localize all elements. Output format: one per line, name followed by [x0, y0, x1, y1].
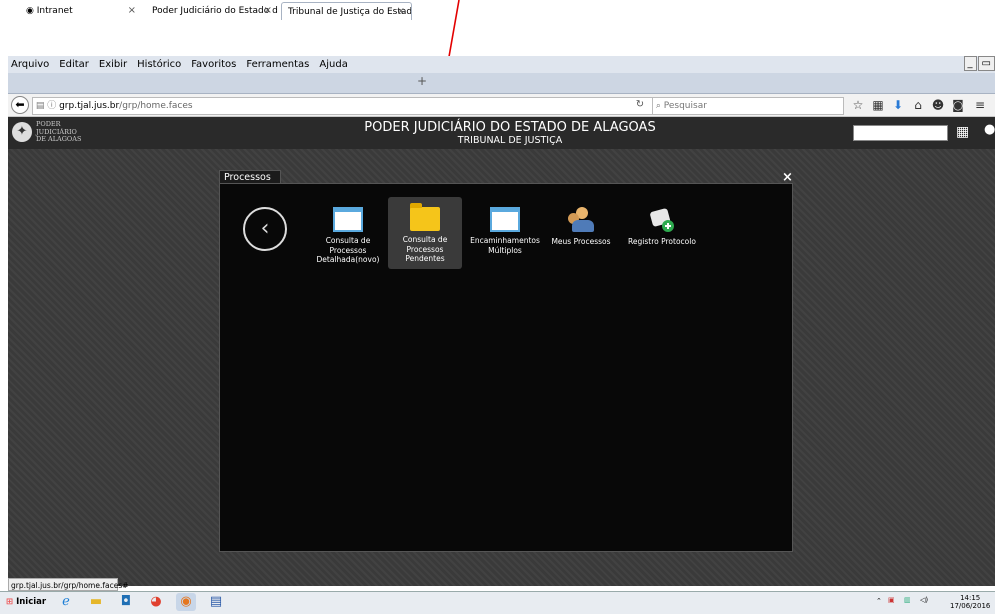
chrome-icon[interactable]: ◕ [146, 593, 166, 611]
ie-icon[interactable]: ℯ [56, 593, 76, 611]
menu-ajuda[interactable]: Ajuda [319, 59, 347, 70]
app-meus-processos[interactable]: Meus Processos [544, 207, 618, 247]
restore-button[interactable]: ▭ [977, 56, 995, 71]
app-consulta-detalhada[interactable]: Consulta de Processos Detalhada(novo) [311, 207, 385, 265]
menu-icon[interactable]: ≡ [972, 97, 988, 113]
menu-historico[interactable]: Histórico [137, 59, 181, 70]
back-button[interactable]: ⬅ [11, 96, 29, 114]
home-icon[interactable]: ⌂ [910, 97, 926, 113]
bookmark-star-icon[interactable]: ☆ [850, 97, 866, 113]
user-icon[interactable]: ● [984, 122, 995, 140]
tab-close-icon[interactable]: × [128, 2, 136, 20]
tab-close-icon[interactable]: × [264, 2, 272, 20]
start-button[interactable]: ⊞ Iniciar [6, 594, 46, 610]
window-icon [333, 207, 363, 232]
folder-explorer-icon[interactable]: ▬ [86, 593, 106, 611]
page-subtitle: TRIBUNAL DE JUSTIÇA [457, 135, 563, 146]
menu-favoritos[interactable]: Favoritos [191, 59, 236, 70]
clock[interactable]: 14:15 17/06/2016 [950, 594, 990, 610]
tray-arrow-icon[interactable]: ⌃ [876, 597, 882, 605]
windows-logo-icon: ⊞ [6, 597, 14, 607]
tj-logo-icon: ✦ [12, 122, 32, 142]
page-title: PODER JUDICIÁRIO DO ESTADO DE ALAGOAS [364, 120, 656, 135]
search-icon: ⌕ [653, 101, 664, 111]
outlook-icon[interactable]: ◘ [116, 593, 136, 611]
word-icon[interactable]: ▤ [206, 593, 226, 611]
new-tab-button[interactable]: + [417, 74, 427, 88]
back-circle-button[interactable]: ‹ [243, 207, 287, 251]
volume-icon[interactable]: ◁) [920, 596, 928, 604]
tab-poder-judiciario[interactable]: Poder Judiciário do Estado de ...× [146, 2, 278, 20]
apps-grid-icon[interactable]: ▦ [956, 124, 969, 140]
scroll-add-icon [648, 207, 676, 233]
menu-editar[interactable]: Editar [59, 59, 89, 70]
search-input[interactable]: ⌕ Pesquisar [652, 97, 844, 115]
app-consulta-pendentes[interactable]: Consulta de Processos Pendentes [388, 197, 462, 269]
globe-icon: ◉ [26, 6, 37, 16]
people-icon [566, 207, 596, 233]
header-search-input[interactable] [853, 125, 948, 141]
minimize-button[interactable]: _ [963, 56, 977, 71]
pocket-icon[interactable]: ◙ [950, 97, 966, 113]
tab-intranet[interactable]: ◉ Intranet × [20, 2, 142, 20]
reload-icon[interactable]: ↻ [632, 97, 648, 113]
window-icon [490, 207, 520, 232]
tab-close-icon[interactable]: × [397, 3, 405, 20]
window-controls: _ ▭ [963, 56, 995, 73]
panel-tab-processos[interactable]: Processos [219, 170, 281, 184]
menu-arquivo[interactable]: Arquivo [11, 59, 49, 70]
page-info-icon: ▤ ⓘ [33, 101, 60, 111]
app-registro-protocolo[interactable]: Registro Protocolo [622, 207, 702, 247]
download-icon[interactable]: ⬇ [890, 97, 906, 113]
menu-exibir[interactable]: Exibir [99, 59, 127, 70]
chat-icon[interactable]: ☻ [930, 97, 946, 113]
menu-ferramentas[interactable]: Ferramentas [246, 59, 309, 70]
folder-icon [410, 203, 440, 231]
tab-tribunal-justica[interactable]: Tribunal de Justiça do Estado d...× [281, 2, 412, 20]
firefox-icon[interactable]: ◉ [176, 593, 196, 611]
tab-bar [8, 73, 995, 94]
app-encaminhamentos[interactable]: Encaminhamentos Múltiplos [468, 207, 542, 255]
logo-text: PODER JUDICIÁRIO DE ALAGOAS [36, 120, 82, 143]
reading-list-icon[interactable]: ▦ [870, 97, 886, 113]
chevron-left-icon: ‹ [260, 216, 270, 241]
tray-security-icon[interactable]: ▣ [888, 596, 895, 604]
tray-network-icon[interactable]: ▥ [904, 596, 911, 604]
url-bar[interactable]: ▤ ⓘ grp.tjal.jus.br/grp/home.faces [32, 97, 684, 115]
status-bar-url: grp.tjal.jus.br/grp/home.faces# [8, 578, 129, 591]
menu-bar: Arquivo Editar Exibir Histórico Favoritos Fer… [8, 56, 995, 73]
